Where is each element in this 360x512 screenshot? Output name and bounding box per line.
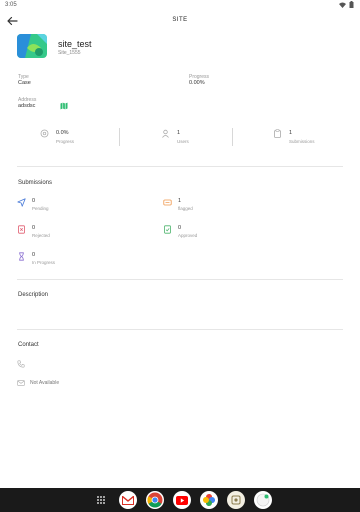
dock-apps: [92, 491, 272, 509]
contact-title: Contact: [18, 342, 39, 348]
type-value: Case: [18, 80, 31, 86]
flag-icon: [163, 199, 172, 206]
mail-icon: [17, 380, 25, 386]
submission-count: 1: [178, 198, 182, 204]
divider: [17, 329, 343, 330]
clipboard-icon: [274, 129, 281, 138]
app-icon[interactable]: [254, 491, 272, 509]
submission-count: 0: [32, 225, 36, 231]
status-bar: 3:05: [0, 0, 360, 10]
stat-label: Progress: [56, 139, 75, 144]
site-thumbnail: [17, 34, 47, 58]
stat-value: 1: [289, 130, 293, 136]
divider: [232, 128, 233, 146]
app-bar: SITE: [0, 12, 360, 30]
battery-icon: [349, 1, 354, 8]
submissions-title: Submissions: [18, 180, 53, 186]
grid-icon: [97, 496, 105, 504]
submission-label: Pending: [32, 206, 49, 211]
app-launcher-button[interactable]: [92, 491, 110, 509]
submission-count: 0: [32, 252, 36, 258]
phone-icon: [17, 360, 25, 368]
site-name: site_test: [58, 39, 92, 49]
user-icon: [162, 129, 169, 138]
submission-label: Approved: [178, 233, 198, 238]
map-icon[interactable]: [60, 102, 68, 110]
stat-value: 0.0%: [56, 130, 69, 136]
submission-count: 0: [32, 198, 36, 204]
address-value: adsdsc: [18, 103, 36, 109]
stat-label: Users: [177, 139, 189, 144]
gmail-app-icon[interactable]: [119, 491, 137, 509]
hourglass-icon: [19, 252, 24, 261]
app-icon[interactable]: [227, 491, 245, 509]
divider: [17, 279, 343, 280]
contact-email-value: Not Available: [30, 380, 60, 386]
status-icons: [339, 1, 354, 8]
stat-value: 1: [177, 130, 181, 136]
approved-doc-icon: [164, 225, 171, 234]
submission-label: In Progress: [32, 260, 56, 265]
submission-count: 0: [178, 225, 182, 231]
description-title: Description: [18, 292, 49, 298]
wifi-icon: [339, 2, 346, 8]
progress-value: 0.00%: [189, 80, 205, 86]
divider: [119, 128, 120, 146]
chrome-app-icon[interactable]: [146, 491, 164, 509]
send-icon: [17, 198, 26, 207]
submission-label: Rejected: [32, 233, 50, 238]
stats-row: 0.0% Progress 1 Users 1 Submissions: [17, 126, 343, 148]
status-time: 3:05: [5, 2, 17, 8]
photos-app-icon[interactable]: [200, 491, 218, 509]
progress-icon: [40, 129, 49, 138]
youtube-app-icon[interactable]: [173, 491, 191, 509]
system-dock: [0, 488, 360, 512]
stat-label: Submissions: [289, 139, 315, 144]
rejected-doc-icon: [18, 225, 25, 234]
site-identifier: Site_1555: [58, 50, 81, 56]
page-title: SITE: [172, 17, 188, 23]
divider: [17, 166, 343, 167]
submission-label: flagged: [178, 206, 193, 211]
